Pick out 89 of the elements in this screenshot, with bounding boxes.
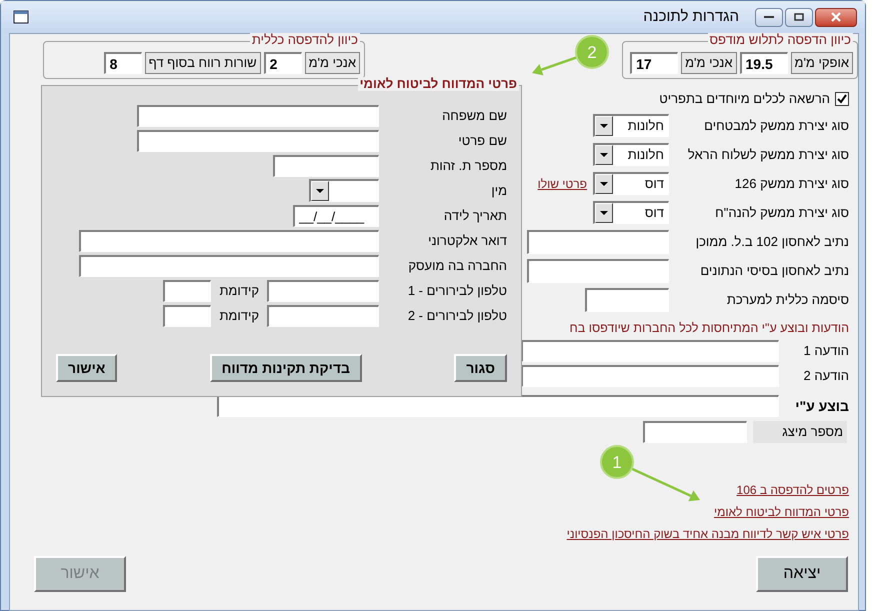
dropdown[interactable]: חלונות	[593, 143, 669, 166]
field-label: סיסמה כללית למערכת	[726, 290, 849, 309]
dropdown-value: חלונות	[626, 146, 665, 164]
input-field[interactable]	[163, 280, 212, 302]
dropdown-value: דוס	[644, 175, 665, 193]
arrow	[532, 56, 578, 76]
field-label: אנכי מ'מ	[304, 52, 360, 74]
field-label: טלפון לבירורים - 1	[406, 282, 507, 300]
callout-number: 1	[612, 453, 622, 472]
button[interactable]: אישור	[56, 354, 118, 382]
close-button[interactable]	[815, 8, 857, 26]
field-label: נתיב לאחסון בסיסי הנתונים	[699, 262, 849, 280]
checkbox-label: הרשאה לכלים מיוחדים בתפריט	[659, 90, 830, 108]
field-label: קידומת	[219, 306, 259, 325]
dropdown-arrow-icon	[600, 182, 608, 186]
input-field[interactable]: 2	[264, 52, 302, 74]
field-label: סוג יצירת ממשק להנה"ח	[714, 204, 849, 222]
dropdown[interactable]: דוס	[593, 172, 669, 195]
input-field[interactable]	[585, 288, 669, 312]
input-field[interactable]: 19.5	[740, 52, 788, 74]
input-field[interactable]: 17	[630, 52, 678, 74]
input-field[interactable]	[79, 230, 379, 252]
input-field[interactable]	[163, 304, 212, 326]
field-label: החברה בה מועסק	[407, 256, 507, 275]
dropdown-value: חלונות	[626, 117, 665, 135]
link[interactable]: פרטי איש קשר לדיווח מבנה אחיד בשוק החיסכון הפנסיוני	[566, 525, 849, 543]
input-field[interactable]	[267, 280, 379, 302]
button[interactable]: סגור	[454, 354, 507, 382]
field-label: מספר ת. זהות	[429, 156, 507, 175]
link[interactable]: פרטי שולו	[538, 174, 587, 192]
callout-number: 2	[587, 43, 597, 62]
button[interactable]: יציאה	[756, 556, 848, 592]
input-field[interactable]	[137, 104, 379, 126]
maximize-button[interactable]	[785, 8, 813, 26]
callout-badge	[600, 445, 634, 479]
field-label: בוצע ע"י	[794, 396, 849, 416]
input-field[interactable]	[79, 254, 379, 276]
group-title: כיוון הדפסה לתלוש מודפס	[708, 33, 853, 47]
input-field[interactable]	[217, 395, 779, 417]
input-field[interactable]	[267, 304, 379, 326]
maximize-icon	[794, 13, 804, 21]
field-label: טלפון לבירורים - 2	[406, 306, 507, 325]
input-field[interactable]	[527, 230, 669, 254]
field-label: אופקי מ'מ	[790, 52, 853, 74]
minimize-button[interactable]	[755, 8, 783, 26]
window-title: הגדרות לתוכנה	[643, 6, 739, 27]
dropdown-arrow-icon	[316, 189, 324, 193]
input-field[interactable]	[521, 340, 779, 362]
dropdown-arrow-icon	[600, 211, 608, 215]
input-field[interactable]: 8	[104, 52, 142, 74]
input-field[interactable]	[521, 365, 779, 387]
checkbox[interactable]	[835, 92, 849, 106]
dropdown-value: דוס	[644, 204, 665, 222]
field-label: קידומת	[219, 282, 259, 300]
field-label: נתיב לאחסון 102 ב.ל. ממוכן	[694, 232, 849, 251]
arrow	[631, 468, 700, 502]
input-field[interactable]	[527, 258, 669, 282]
field-label: סוג יצירת ממשק לשלוח הראל	[686, 146, 849, 164]
dropdown[interactable]	[309, 179, 379, 202]
group-title: כיוון להדפסה כללית	[250, 33, 360, 47]
field-label: מין	[490, 182, 507, 200]
field-label: שם פרטי	[457, 132, 507, 150]
dropdown-arrow-icon	[600, 153, 608, 157]
dropdown-arrow-icon	[600, 124, 608, 128]
field-label: אנכי מ'מ	[681, 52, 737, 74]
field-label: תאריך לידה	[442, 206, 507, 225]
dropdown[interactable]: חלונות	[593, 114, 669, 137]
field-label: שם משפחה	[441, 106, 507, 125]
link[interactable]: פרטי המדווח לביטוח לאומי	[714, 503, 849, 521]
input-field[interactable]	[643, 421, 747, 443]
callout-badge	[575, 35, 609, 69]
input-field[interactable]: __/__/____	[293, 204, 379, 226]
field-label: סוג יצירת ממשק 126	[734, 174, 849, 193]
close-icon	[830, 12, 842, 22]
field-label: מספר מיצג	[753, 421, 847, 443]
minimize-icon	[764, 15, 774, 19]
input-field[interactable]	[137, 130, 379, 152]
field-label: הודעה 2	[802, 367, 849, 386]
field-label: שורות רווח בסוף דף	[144, 52, 261, 74]
button[interactable]: בדיקת תקינות מדווח	[210, 354, 362, 382]
field-label: הודעה 1	[802, 342, 849, 360]
field-label: סוג יצירת ממשק למבטחים	[703, 116, 849, 135]
link[interactable]: פרטים להדפסה ב 106	[736, 481, 849, 499]
dropdown[interactable]: דוס	[593, 201, 669, 224]
section-heading: הודעות ובוצע ע"י המתיחסות לכל החברות שיודפסו בח	[568, 320, 849, 337]
panel-title: פרטי המדווח לביטוח לאומי	[358, 77, 519, 91]
field-label: דואר אלקטרוני	[427, 232, 507, 250]
input-field[interactable]	[273, 154, 379, 176]
app-icon	[13, 10, 29, 24]
